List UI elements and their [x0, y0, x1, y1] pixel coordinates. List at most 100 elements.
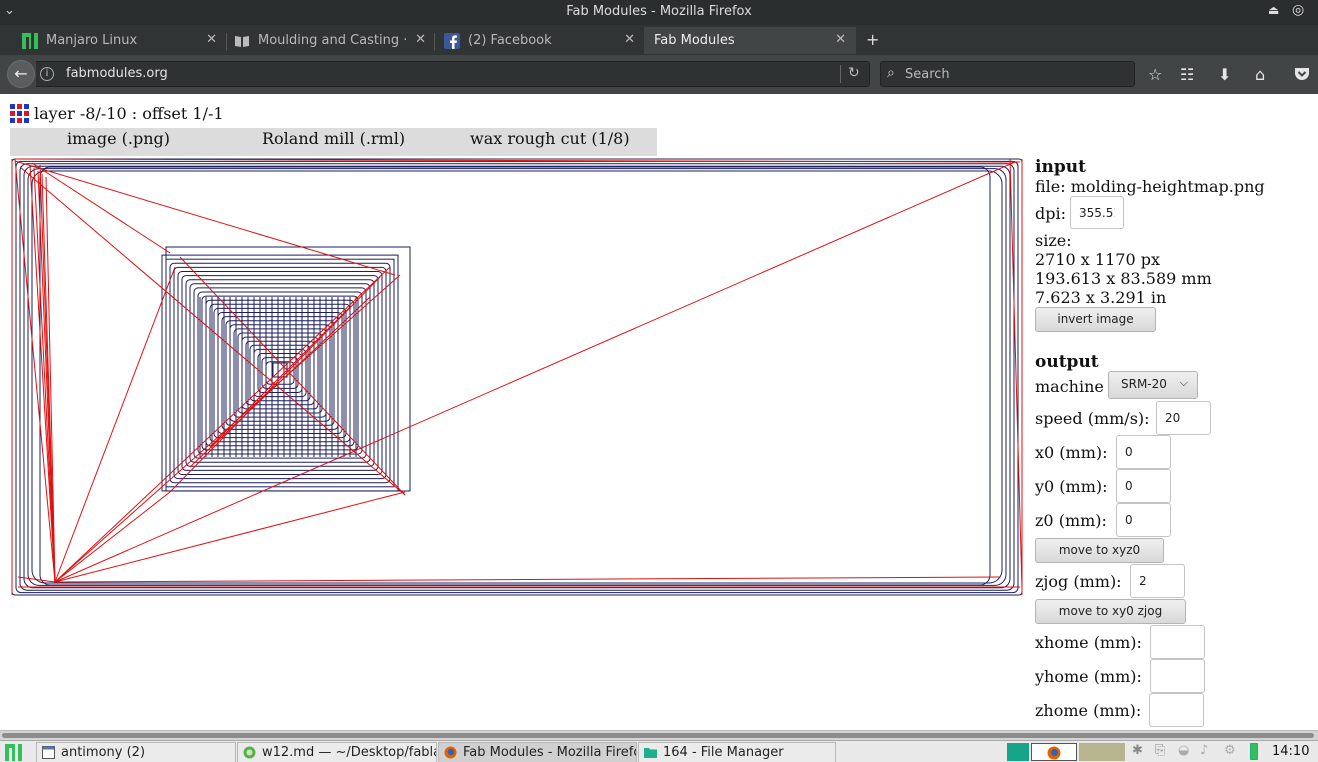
- search-icon: ⌕: [887, 65, 895, 81]
- machine-label: machine: [1035, 377, 1104, 396]
- zjog-input[interactable]: [1130, 564, 1185, 598]
- book-icon: [235, 36, 249, 47]
- input-heading: input: [1035, 157, 1086, 177]
- editor-icon: [243, 746, 256, 759]
- toolpath-move: [31, 162, 171, 254]
- machine-select[interactable]: SRM-20 ⌵: [1108, 371, 1198, 399]
- reading-list-icon[interactable]: ☷: [1180, 65, 1194, 84]
- scrollbar-thumb[interactable]: [2, 733, 1314, 738]
- pocket-icon[interactable]: [1294, 66, 1310, 82]
- workspace-2-icon[interactable]: [1031, 743, 1077, 761]
- y0-input[interactable]: [1116, 469, 1171, 503]
- z0-input[interactable]: [1116, 503, 1171, 537]
- maximize-icon[interactable]: ⏏: [1268, 3, 1279, 17]
- urlbar-divider: [840, 65, 841, 83]
- workspace-1-icon[interactable]: [1007, 743, 1029, 761]
- back-button[interactable]: ←: [7, 60, 35, 88]
- file-name: file: molding-heightmap.png: [1035, 177, 1265, 196]
- window-titlebar: ⌄ Fab Modules - Mozilla Firefox ⏏ ◎: [0, 0, 1318, 25]
- task-label: Fab Modules - Mozilla Firefox: [463, 745, 637, 760]
- input-module-menu[interactable]: image (.png): [67, 129, 170, 148]
- tab-label: Fab Modules: [654, 33, 735, 48]
- tab-label: Moulding and Casting · Gi: [258, 33, 406, 48]
- new-tab-icon[interactable]: +: [866, 30, 879, 49]
- task-label: w12.md — ~/Desktop/fabla...: [262, 745, 437, 760]
- info-icon[interactable]: i: [40, 67, 54, 81]
- size-px: 2710 x 1170 px: [1035, 250, 1160, 269]
- toolpath-contour: [23, 165, 1011, 589]
- move-to-xy0-zjog-button[interactable]: move to xy0 zjog: [1035, 599, 1186, 624]
- tab-divider: [226, 33, 227, 51]
- toolpath-contour: [257, 353, 303, 393]
- zjog-label: zjog (mm):: [1035, 572, 1122, 591]
- close-tab-icon[interactable]: ✕: [624, 32, 635, 47]
- task-firefox[interactable]: Fab Modules - Mozilla Firefox: [438, 742, 637, 762]
- task-file-manager[interactable]: 164 - File Manager: [638, 742, 836, 762]
- y0-label: y0 (mm):: [1035, 477, 1108, 496]
- dpi-input[interactable]: [1070, 196, 1124, 229]
- firefox-icon: [1047, 746, 1061, 760]
- tab-label: (2) Facebook: [468, 33, 552, 48]
- battery-icon[interactable]: [1250, 743, 1258, 760]
- speed-input[interactable]: [1156, 401, 1211, 435]
- tab-manjaro[interactable]: Manjaro Linux ✕: [22, 27, 217, 54]
- download-icon[interactable]: ⬇: [1218, 65, 1231, 84]
- window-title: Fab Modules - Mozilla Firefox: [566, 4, 752, 19]
- home-icon[interactable]: ⌂: [1255, 65, 1265, 84]
- toolpath-move: [209, 306, 351, 448]
- folder-icon: [644, 748, 657, 758]
- tab-strip: Manjaro Linux ✕ Moulding and Casting · G…: [0, 25, 1318, 55]
- close-window-icon[interactable]: ◎: [1292, 2, 1304, 18]
- toolpath-preview: [11, 158, 1023, 596]
- wifi-icon[interactable]: ◒: [1178, 743, 1189, 761]
- chevron-down-icon: ⌵: [1179, 376, 1188, 389]
- search-input[interactable]: [905, 65, 1125, 83]
- back-arrow-icon: ←: [14, 64, 28, 83]
- reload-icon[interactable]: ↻: [848, 65, 860, 81]
- tab-moulding[interactable]: Moulding and Casting · Gi ✕: [234, 27, 426, 54]
- close-tab-icon[interactable]: ✕: [206, 32, 217, 47]
- invert-image-button[interactable]: invert image: [1035, 307, 1156, 332]
- manjaro-menu-icon[interactable]: [5, 744, 22, 761]
- clipboard-icon[interactable]: ⎘: [1155, 743, 1165, 761]
- tab-facebook[interactable]: (2) Facebook ✕: [444, 27, 635, 54]
- move-to-xyz0-button[interactable]: move to xyz0: [1035, 538, 1164, 563]
- toolpath-move: [14, 158, 56, 583]
- toolpath-move: [14, 160, 396, 276]
- volume-icon[interactable]: ♪: [1200, 743, 1208, 761]
- layer-label: layer -8/-10 : offset 1/-1: [34, 104, 224, 123]
- x0-input[interactable]: [1116, 435, 1171, 469]
- zhome-input[interactable]: [1149, 693, 1204, 727]
- bookmark-star-icon[interactable]: ☆: [1148, 65, 1162, 84]
- workspace-3-icon[interactable]: [1079, 743, 1125, 761]
- taskbar: antimony (2) w12.md — ~/Desktop/fabla...…: [0, 740, 1318, 762]
- xhome-input[interactable]: [1150, 625, 1205, 659]
- tab-fab-modules[interactable]: Fab Modules ✕: [644, 27, 856, 54]
- toolpath-contour: [241, 336, 319, 410]
- nav-bar: i fabmodules.org ↻ ← ⌕ ☆ ☷ ⬇ ⌂: [0, 55, 1318, 94]
- url-bar[interactable]: i fabmodules.org ↻: [36, 61, 870, 87]
- page-content: layer -8/-10 : offset 1/-1 image (.png) …: [0, 94, 1318, 730]
- url-text[interactable]: fabmodules.org: [66, 66, 168, 81]
- x0-label: x0 (mm):: [1035, 443, 1108, 462]
- process-module-menu[interactable]: wax rough cut (1/8): [470, 129, 630, 148]
- settings-gear-icon[interactable]: ⚙: [1224, 743, 1236, 761]
- task-w12-md[interactable]: w12.md — ~/Desktop/fabla...: [237, 742, 437, 762]
- toolpath-contour: [245, 340, 315, 406]
- toolpath-contour: [217, 312, 343, 434]
- yhome-input[interactable]: [1150, 659, 1205, 693]
- horizontal-scrollbar[interactable]: [0, 730, 1318, 740]
- close-tab-icon[interactable]: ✕: [835, 32, 846, 47]
- machine-select-value: SRM-20: [1121, 377, 1167, 391]
- firefox-icon: [444, 746, 457, 759]
- task-antimony[interactable]: antimony (2): [36, 742, 236, 762]
- search-bar[interactable]: ⌕: [880, 61, 1135, 87]
- output-module-menu[interactable]: Roland mill (.rml): [262, 129, 405, 148]
- output-heading: output: [1035, 352, 1099, 372]
- bluetooth-icon[interactable]: ✱: [1132, 743, 1143, 761]
- close-tab-icon[interactable]: ✕: [415, 32, 426, 47]
- task-label: 164 - File Manager: [663, 745, 784, 760]
- toolpath-move: [1009, 158, 1023, 590]
- clock: 14:10: [1272, 744, 1310, 759]
- size-label: size:: [1035, 231, 1072, 250]
